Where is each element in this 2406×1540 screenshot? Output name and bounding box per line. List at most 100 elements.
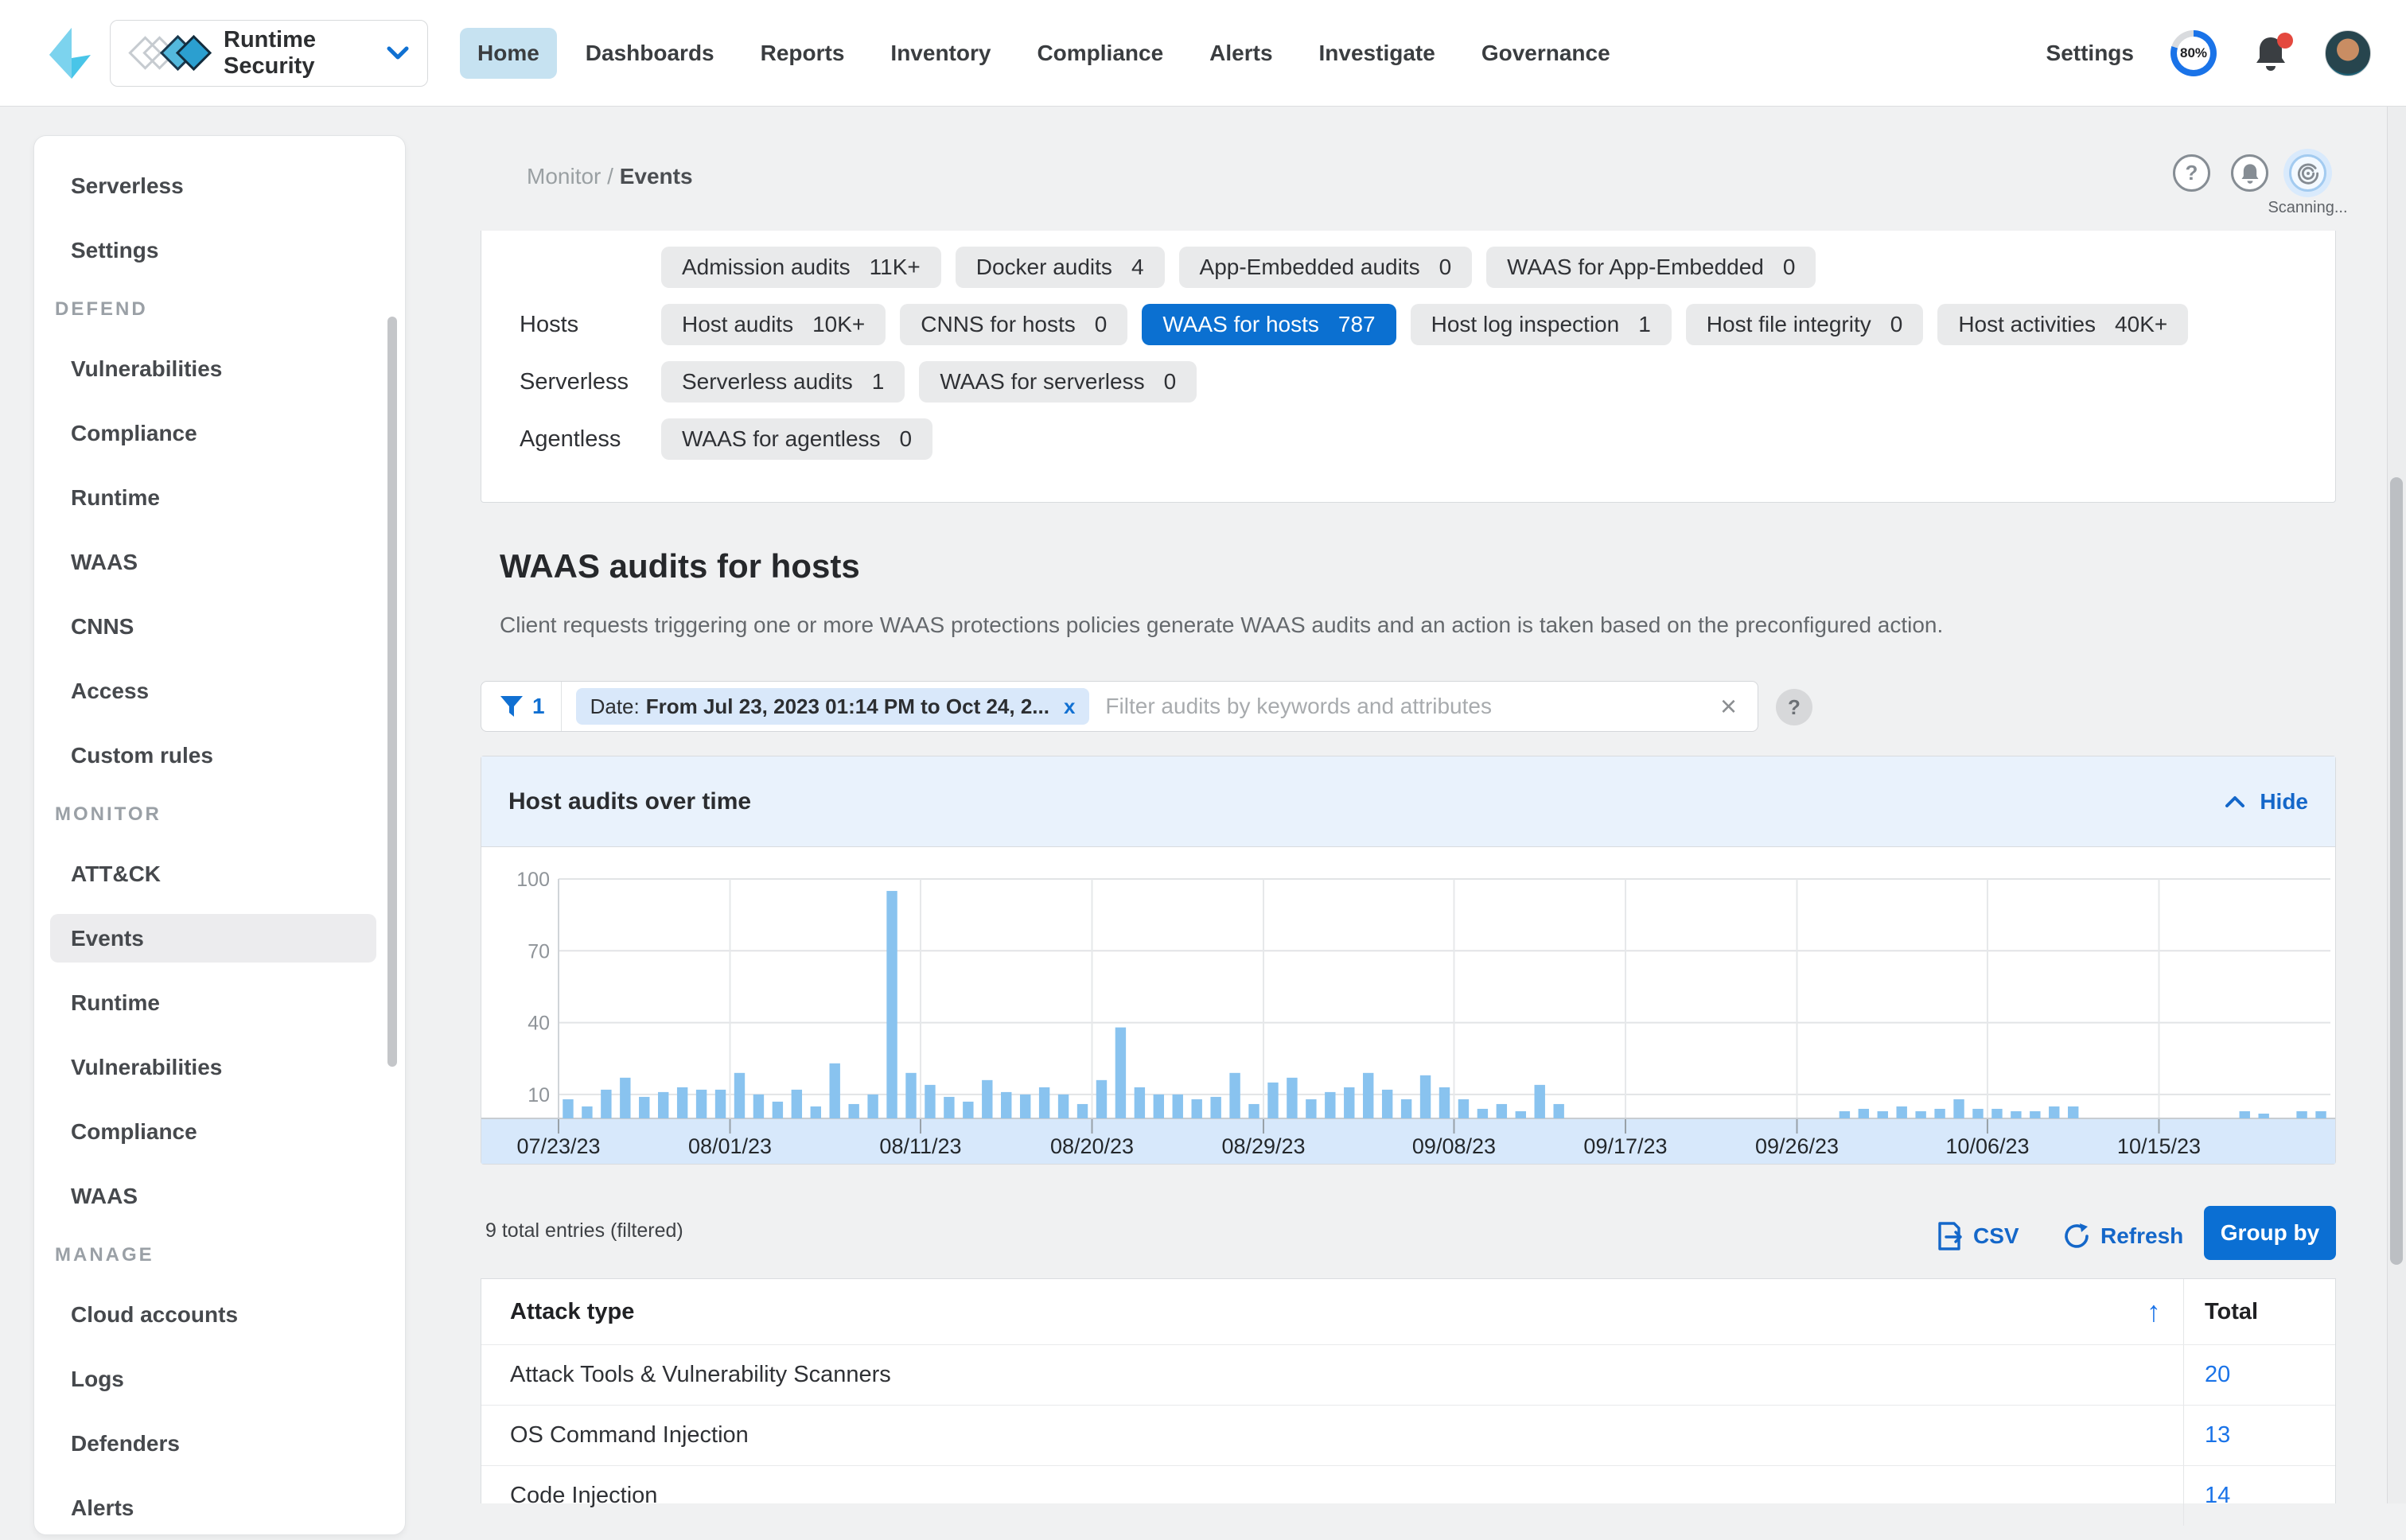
chart-title: Host audits over time bbox=[508, 788, 2225, 815]
host-audits-bar-chart[interactable]: 10407010007/23/2308/01/2308/11/2308/20/2… bbox=[481, 847, 2335, 1164]
sidebar-item-defenders[interactable]: Defenders bbox=[34, 1411, 405, 1476]
refresh-button[interactable]: Refresh bbox=[2062, 1222, 2183, 1250]
table-row[interactable]: Attack Tools & Vulnerability Scanners 20 bbox=[481, 1344, 2335, 1405]
chip-label: App-Embedded audits bbox=[1200, 255, 1420, 280]
progress-percent-label: 80% bbox=[2180, 45, 2207, 61]
sidebar-item-settings[interactable]: Settings bbox=[34, 218, 405, 282]
sidebar-item-waas-defend[interactable]: WAAS bbox=[34, 530, 405, 594]
nav-item-alerts[interactable]: Alerts bbox=[1192, 28, 1290, 79]
csv-label: CSV bbox=[1973, 1223, 2019, 1249]
scanning-status-button[interactable] bbox=[2289, 154, 2326, 192]
date-range-filter-chip[interactable]: Date: From Jul 23, 2023 01:14 PM to Oct … bbox=[576, 688, 1090, 725]
date-chip-value: From Jul 23, 2023 01:14 PM to Oct 24, 2.… bbox=[646, 694, 1049, 719]
chip-host-activities[interactable]: Host activities40K+ bbox=[1937, 304, 2188, 345]
svg-text:08/20/23: 08/20/23 bbox=[1050, 1134, 1134, 1158]
audit-search-input[interactable] bbox=[1105, 694, 1720, 719]
page-description: Client requests triggering one or more W… bbox=[500, 612, 1943, 638]
breadcrumb-section[interactable]: Monitor bbox=[527, 164, 601, 189]
clear-filters-icon[interactable]: × bbox=[1720, 692, 1737, 721]
chip-waas-for-app-embedded[interactable]: WAAS for App-Embedded0 bbox=[1486, 247, 1816, 288]
notifications-button[interactable] bbox=[2253, 34, 2288, 72]
sidebar-item-access[interactable]: Access bbox=[34, 659, 405, 723]
chip-count: 10K+ bbox=[812, 312, 865, 337]
sidebar-item-attack[interactable]: ATT&CK bbox=[34, 842, 405, 906]
column-header-total[interactable]: Total bbox=[2183, 1279, 2335, 1344]
total-link[interactable]: 13 bbox=[2205, 1422, 2230, 1449]
sidebar-item-runtime-monitor[interactable]: Runtime bbox=[34, 970, 405, 1035]
sidebar-item-compliance-defend[interactable]: Compliance bbox=[34, 401, 405, 465]
csv-export-button[interactable]: CSV bbox=[1937, 1222, 2019, 1250]
chip-serverless-audits[interactable]: Serverless audits1 bbox=[661, 361, 905, 402]
sort-ascending-icon[interactable]: ↑ bbox=[2147, 1295, 2161, 1328]
sidebar-item-compliance-monitor[interactable]: Compliance bbox=[34, 1099, 405, 1164]
nav-item-home[interactable]: Home bbox=[460, 28, 557, 79]
chip-host-file-integrity[interactable]: Host file integrity0 bbox=[1686, 304, 1924, 345]
attack-type-table: Attack type ↑ Total Attack Tools & Vulne… bbox=[481, 1278, 2336, 1503]
chip-label: WAAS for App-Embedded bbox=[1507, 255, 1764, 280]
entries-count-text: 9 total entries (filtered) bbox=[485, 1219, 683, 1242]
sidebar-item-vulnerabilities-defend[interactable]: Vulnerabilities bbox=[34, 336, 405, 401]
chip-waas-for-serverless[interactable]: WAAS for serverless0 bbox=[919, 361, 1197, 402]
svg-text:07/23/23: 07/23/23 bbox=[516, 1134, 600, 1158]
filter-help-button[interactable]: ? bbox=[1776, 689, 1812, 725]
sidebar: Serverless Settings DEFEND Vulnerabiliti… bbox=[33, 135, 406, 1535]
chip-host-log-inspection[interactable]: Host log inspection1 bbox=[1411, 304, 1672, 345]
help-button[interactable]: ? bbox=[2173, 154, 2210, 192]
total-link[interactable]: 14 bbox=[2205, 1483, 2230, 1509]
chip-row-label-serverless: Serverless bbox=[481, 369, 661, 395]
nav-item-inventory[interactable]: Inventory bbox=[873, 28, 1008, 79]
total-header-label: Total bbox=[2205, 1299, 2258, 1325]
chip-host-audits[interactable]: Host audits10K+ bbox=[661, 304, 886, 345]
chip-waas-for-agentless[interactable]: WAAS for agentless0 bbox=[661, 418, 932, 460]
sidebar-item-serverless[interactable]: Serverless bbox=[34, 154, 405, 218]
sidebar-item-events[interactable]: Events bbox=[50, 914, 376, 962]
credits-progress-ring[interactable]: 80% bbox=[2170, 30, 2217, 76]
sidebar-item-runtime-defend[interactable]: Runtime bbox=[34, 465, 405, 530]
chip-waas-for-hosts[interactable]: WAAS for hosts787 bbox=[1142, 304, 1396, 345]
sidebar-scrollbar[interactable] bbox=[387, 317, 397, 1067]
chip-docker-audits[interactable]: Docker audits4 bbox=[956, 247, 1165, 288]
scanning-radar-icon bbox=[2296, 161, 2320, 185]
sidebar-item-logs[interactable]: Logs bbox=[34, 1347, 405, 1411]
chip-label: WAAS for agentless bbox=[682, 426, 881, 452]
host-audits-chart-panel: Host audits over time Hide 10407010007/2… bbox=[481, 756, 2336, 1165]
nav-item-compliance[interactable]: Compliance bbox=[1019, 28, 1181, 79]
nav-item-governance[interactable]: Governance bbox=[1464, 28, 1628, 79]
table-row[interactable]: OS Command Injection 13 bbox=[481, 1405, 2335, 1465]
sidebar-item-vulnerabilities-monitor[interactable]: Vulnerabilities bbox=[34, 1035, 405, 1099]
prisma-cloud-logo bbox=[45, 26, 95, 80]
runtime-security-icon bbox=[128, 34, 217, 72]
column-header-attack-type[interactable]: Attack type ↑ bbox=[481, 1279, 2183, 1344]
alerts-bell-button[interactable] bbox=[2231, 154, 2268, 192]
attack-type-cell: OS Command Injection bbox=[510, 1422, 749, 1449]
sidebar-item-cloud-accounts[interactable]: Cloud accounts bbox=[34, 1282, 405, 1347]
attack-type-header-label: Attack type bbox=[510, 1299, 634, 1325]
settings-link[interactable]: Settings bbox=[2046, 41, 2134, 66]
hide-chart-button[interactable]: Hide bbox=[2225, 789, 2308, 815]
remove-date-filter-icon[interactable]: x bbox=[1064, 694, 1075, 719]
chip-app-embedded-audits[interactable]: App-Embedded audits0 bbox=[1179, 247, 1473, 288]
chevron-down-icon bbox=[386, 45, 410, 61]
sidebar-item-waas-monitor[interactable]: WAAS bbox=[34, 1164, 405, 1228]
group-by-button[interactable]: Group by bbox=[2204, 1206, 2336, 1260]
chip-row-label-hosts: Hosts bbox=[481, 312, 661, 338]
refresh-icon bbox=[2062, 1222, 2091, 1250]
nav-item-dashboards[interactable]: Dashboards bbox=[568, 28, 732, 79]
page-scrollbar-thumb[interactable] bbox=[2390, 477, 2403, 1265]
sidebar-item-alerts[interactable]: Alerts bbox=[34, 1476, 405, 1540]
hide-label: Hide bbox=[2260, 789, 2308, 815]
attack-type-cell: Attack Tools & Vulnerability Scanners bbox=[510, 1362, 891, 1388]
chip-count: 0 bbox=[1164, 369, 1177, 395]
table-row[interactable]: Code Injection 14 bbox=[481, 1465, 2335, 1526]
nav-item-investigate[interactable]: Investigate bbox=[1302, 28, 1453, 79]
page-scrollbar[interactable] bbox=[2387, 107, 2406, 1503]
user-avatar[interactable] bbox=[2325, 30, 2371, 76]
sidebar-item-cnns[interactable]: CNNS bbox=[34, 594, 405, 659]
total-link[interactable]: 20 bbox=[2205, 1362, 2230, 1388]
sidebar-item-custom-rules[interactable]: Custom rules bbox=[34, 723, 405, 788]
page-title: WAAS audits for hosts bbox=[500, 547, 860, 585]
product-switcher[interactable]: Runtime Security bbox=[110, 20, 428, 87]
chip-admission-audits[interactable]: Admission audits11K+ bbox=[661, 247, 941, 288]
nav-item-reports[interactable]: Reports bbox=[743, 28, 862, 79]
chip-cnns-for-hosts[interactable]: CNNS for hosts0 bbox=[900, 304, 1127, 345]
